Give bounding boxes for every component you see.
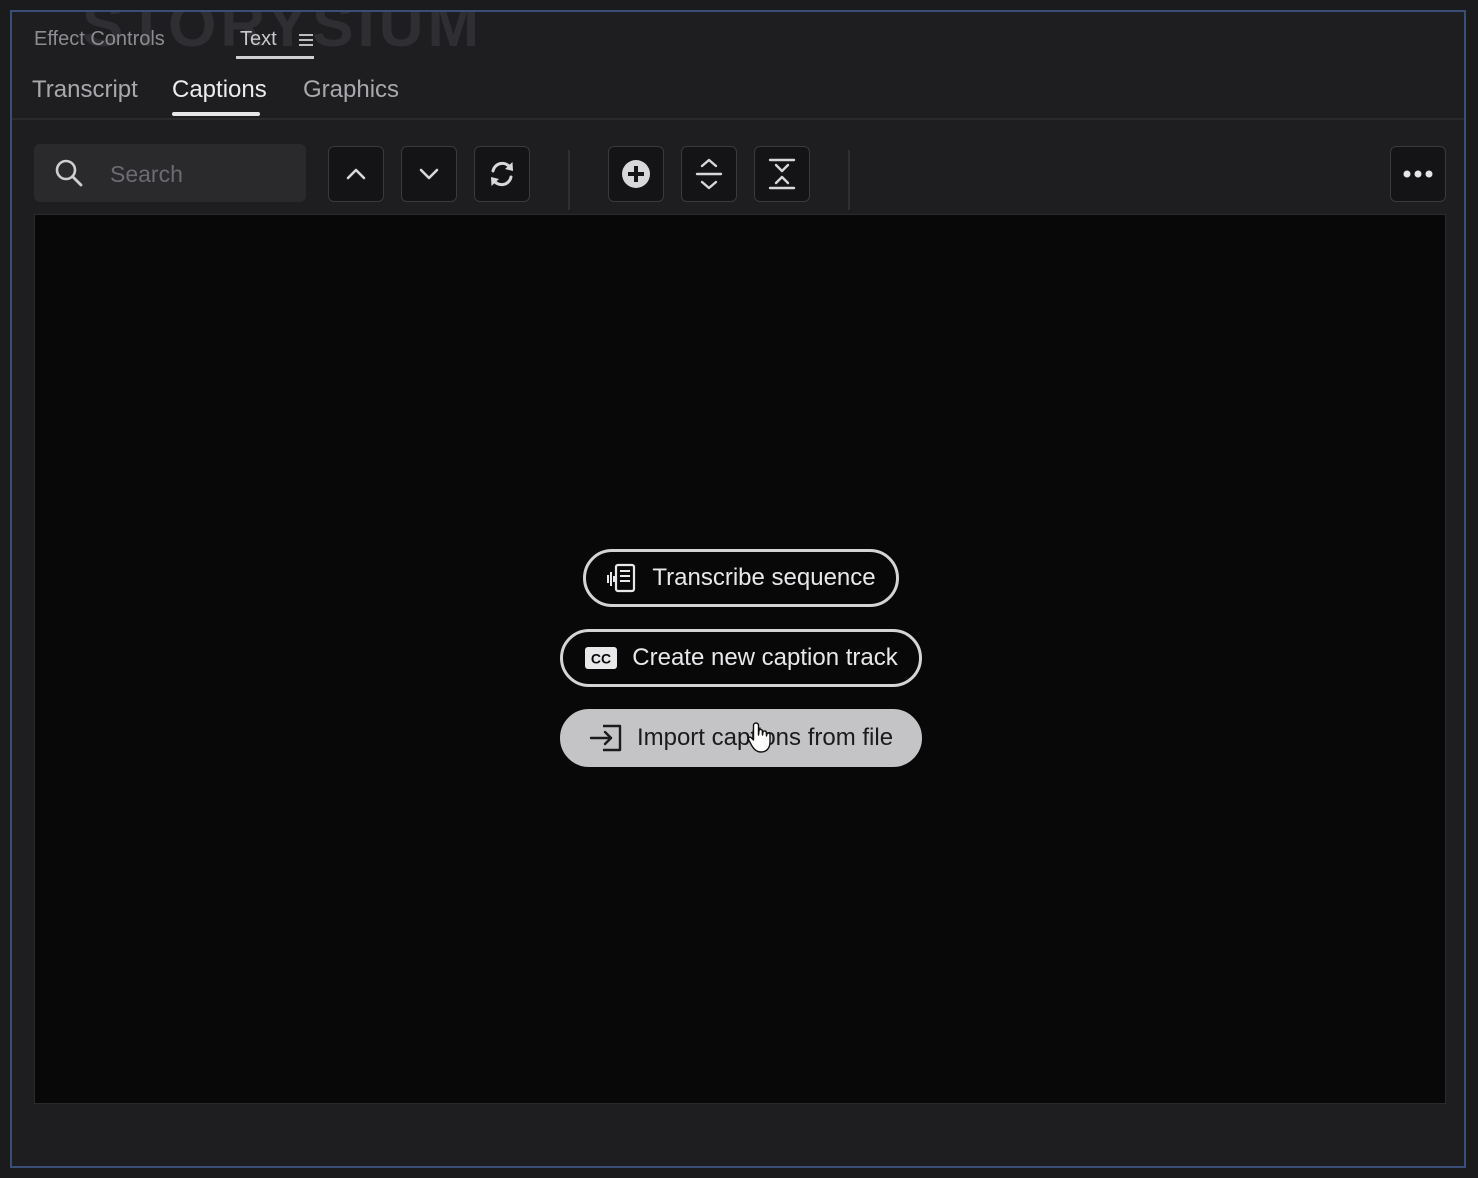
add-caption-button[interactable] [608, 146, 664, 202]
captions-panel: STORYSIUM Effect Controls Text Transcrip… [10, 10, 1466, 1168]
expand-icon [695, 158, 723, 190]
search-input[interactable] [108, 156, 292, 192]
import-captions-button[interactable]: Import captions from file [560, 709, 922, 767]
more-icon [1403, 170, 1433, 178]
create-caption-track-button[interactable]: CC Create new caption track [560, 629, 922, 687]
panel-header: Effect Controls Text [12, 12, 1464, 66]
hamburger-icon[interactable] [299, 34, 313, 48]
create-caption-track-label: Create new caption track [632, 644, 898, 671]
captions-toolbar [12, 120, 1464, 216]
tab-text[interactable]: Text [240, 26, 277, 52]
import-captions-label: Import captions from file [636, 724, 894, 751]
tab-effect-controls[interactable]: Effect Controls [34, 26, 165, 52]
collapse-button[interactable] [754, 146, 810, 202]
add-circle-icon [622, 160, 650, 188]
cc-icon: CC [584, 646, 618, 670]
more-options-button[interactable] [1390, 146, 1446, 202]
refresh-icon [491, 161, 513, 187]
svg-text:CC: CC [591, 651, 611, 667]
collapse-icon [768, 158, 796, 190]
chevron-up-icon [346, 168, 366, 180]
expand-button[interactable] [681, 146, 737, 202]
transcribe-sequence-label: Transcribe sequence [652, 564, 876, 591]
tab-captions[interactable]: Captions [172, 74, 267, 106]
subtab-bar: Transcript Captions Graphics [12, 66, 1464, 120]
panel-footer [12, 1104, 1464, 1166]
tab-graphics[interactable]: Graphics [303, 74, 399, 106]
toolbar-divider [568, 150, 570, 210]
active-tab-indicator [236, 56, 314, 59]
search-box[interactable] [34, 144, 306, 202]
search-icon [55, 159, 83, 187]
toolbar-divider [848, 150, 850, 210]
active-subtab-indicator [172, 112, 260, 116]
tab-transcript[interactable]: Transcript [32, 74, 138, 106]
next-button[interactable] [401, 146, 457, 202]
captions-content-area: Transcribe sequence CC Create new captio… [34, 214, 1446, 1104]
transcribe-sequence-button[interactable]: Transcribe sequence [583, 549, 899, 607]
chevron-down-icon [419, 168, 439, 180]
transcribe-icon [606, 562, 638, 594]
refresh-button[interactable] [474, 146, 530, 202]
previous-button[interactable] [328, 146, 384, 202]
import-icon [589, 723, 623, 753]
